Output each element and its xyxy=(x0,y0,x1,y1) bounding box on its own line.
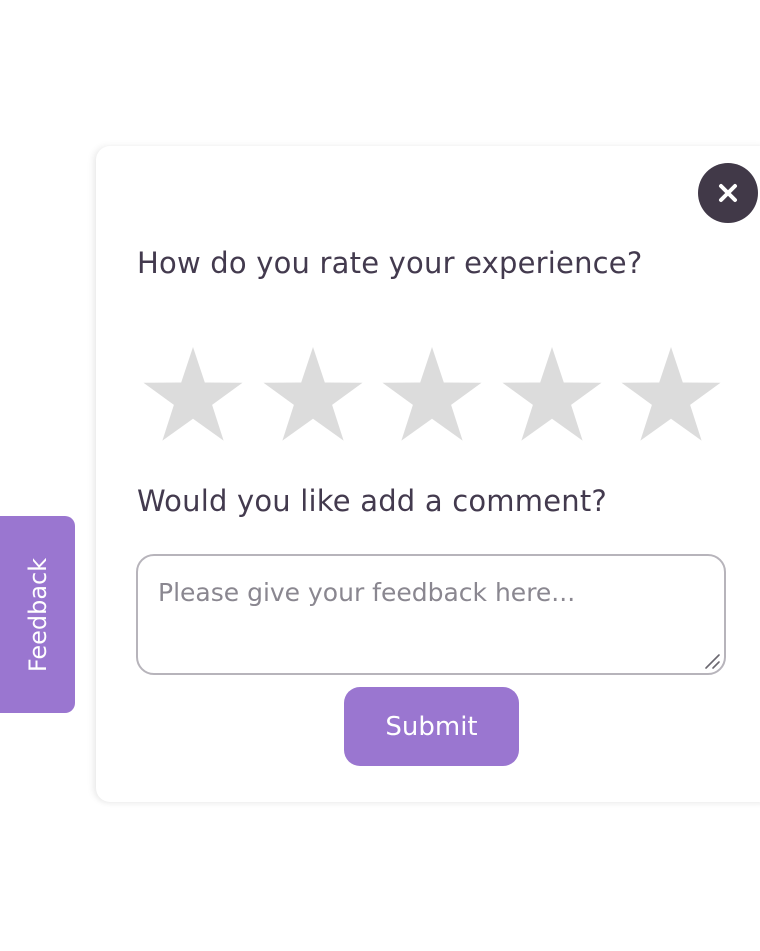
comment-box xyxy=(136,554,726,675)
comment-field[interactable] xyxy=(158,578,700,659)
star-icon xyxy=(143,347,243,441)
submit-button[interactable]: Submit xyxy=(344,687,519,766)
close-icon xyxy=(719,184,737,202)
star-icon xyxy=(621,347,721,441)
star-icon xyxy=(502,347,601,441)
star-3[interactable] xyxy=(381,345,483,441)
feedback-tab-label: Feedback xyxy=(23,557,52,672)
comment-question: Would you like add a comment? xyxy=(137,484,607,518)
star-rating[interactable] xyxy=(142,345,722,441)
feedback-tab[interactable]: Feedback xyxy=(0,516,75,713)
star-5[interactable] xyxy=(620,345,722,441)
star-icon xyxy=(382,347,482,441)
star-2[interactable] xyxy=(262,345,364,441)
star-1[interactable] xyxy=(142,345,244,441)
star-4[interactable] xyxy=(501,345,603,441)
star-icon xyxy=(263,347,362,441)
resize-handle-icon[interactable] xyxy=(703,652,721,670)
rating-question: How do you rate your experience? xyxy=(137,246,643,280)
close-button[interactable] xyxy=(698,163,758,223)
